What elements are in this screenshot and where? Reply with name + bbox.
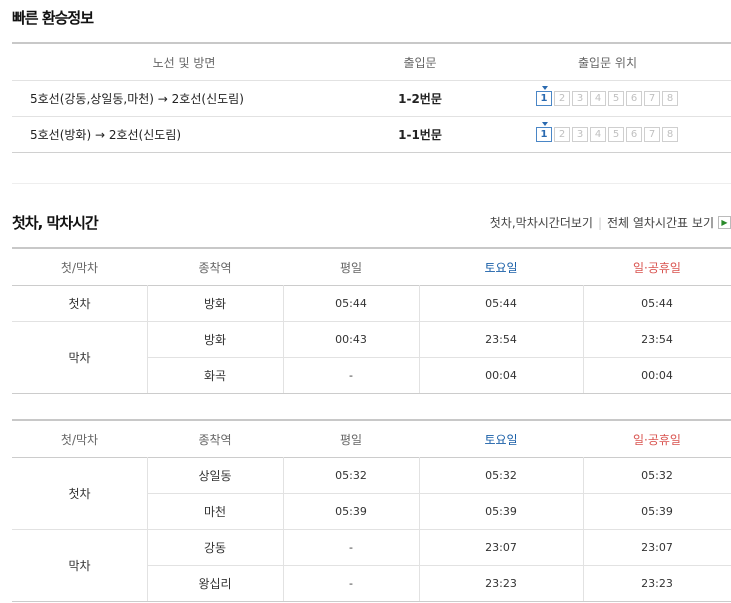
door-cell: 2 [554, 127, 570, 142]
door-cell: 3 [572, 127, 588, 142]
holiday-time: 00:04 [641, 368, 673, 382]
column-divider [583, 285, 584, 393]
saturday-time: 05:44 [485, 296, 517, 310]
link-separator: | [597, 215, 602, 230]
column-divider [583, 457, 584, 601]
header-first-last: 첫/막차 [60, 260, 99, 275]
terminal-station: 방화 [203, 332, 227, 347]
door-cell: 8 [662, 91, 678, 106]
weekday-time: 05:39 [335, 504, 367, 518]
door-cell: 4 [590, 91, 606, 106]
header-terminal: 종착역 [198, 260, 232, 275]
divider [12, 601, 731, 602]
first-train-label: 첫차 [68, 486, 91, 501]
column-divider [283, 285, 284, 393]
terminal-station: 마천 [203, 504, 227, 519]
weekday-time: 05:32 [335, 468, 367, 482]
header-weekday: 평일 [339, 432, 363, 447]
door-cell: 4 [590, 127, 606, 142]
door-cell: 6 [626, 91, 642, 106]
holiday-time: 23:07 [641, 540, 673, 554]
door-cell: 5 [608, 91, 624, 106]
holiday-time: 23:54 [641, 332, 673, 346]
chevron-right-icon[interactable]: ▶ [718, 216, 731, 229]
last-train-label: 막차 [68, 558, 91, 573]
first-last-more-link[interactable]: 첫차,막차시간더보기 [490, 214, 593, 231]
header-saturday: 토요일 [484, 260, 518, 275]
first-train-label: 첫차 [68, 296, 91, 311]
weekday-time: - [349, 576, 353, 590]
door-cell: 1 [536, 86, 552, 106]
header-weekday: 평일 [339, 260, 363, 275]
saturday-time: 23:54 [485, 332, 517, 346]
header-holiday: 일·공휴일 [633, 260, 681, 275]
terminal-station: 왕십리 [198, 576, 232, 591]
saturday-time: 23:23 [485, 576, 517, 590]
weekday-time: 00:43 [335, 332, 367, 346]
last-train-label: 막차 [68, 350, 91, 365]
header-terminal: 종착역 [198, 432, 232, 447]
timetable-section-title: 첫차, 막차시간 [12, 214, 99, 232]
header-saturday: 토요일 [484, 432, 518, 447]
divider [12, 183, 731, 184]
terminal-station: 강동 [203, 540, 227, 555]
door-position-indicator: 12345678 [536, 81, 678, 116]
holiday-time: 23:23 [641, 576, 673, 590]
terminal-station: 화곡 [203, 368, 227, 383]
transfer-row-1: 5호선(강동,상일동,마천) → 2호선(신도림) 1-2번문 12345678 [12, 81, 731, 116]
column-divider [283, 457, 284, 601]
transfer-row-2: 5호선(방화) → 2호선(신도림) 1-1번문 12345678 [12, 117, 731, 152]
column-divider [147, 457, 148, 601]
terminal-station: 방화 [203, 296, 227, 311]
door-cell: 3 [572, 91, 588, 106]
header-first-last: 첫/막차 [60, 432, 99, 447]
route-text: 5호선(방화) → 2호선(신도림) [30, 128, 182, 142]
weekday-time: 05:44 [335, 296, 367, 310]
door-cell: 1 [536, 122, 552, 142]
holiday-time: 05:44 [641, 296, 673, 310]
weekday-time: - [349, 368, 353, 382]
door-cell: 7 [644, 127, 660, 142]
weekday-time: - [349, 540, 353, 554]
door-cell: 7 [644, 91, 660, 106]
saturday-time: 00:04 [485, 368, 517, 382]
column-divider [147, 285, 148, 393]
divider [12, 393, 731, 394]
door-position-indicator: 12345678 [536, 117, 678, 152]
divider [12, 152, 731, 153]
terminal-station: 상일동 [198, 468, 232, 483]
header-route: 노선 및 방면 [152, 55, 216, 70]
transfer-section-title: 빠른 환승정보 [12, 9, 94, 27]
holiday-time: 05:32 [641, 468, 673, 482]
column-divider [419, 457, 420, 601]
door-cell: 6 [626, 127, 642, 142]
door-marker-icon [542, 86, 548, 90]
door-text: 1-2번문 [398, 92, 442, 106]
door-cell: 5 [608, 127, 624, 142]
door-cell: 8 [662, 127, 678, 142]
header-door-position: 출입문 위치 [577, 55, 637, 70]
saturday-time: 05:39 [485, 504, 517, 518]
door-text: 1-1번문 [398, 128, 442, 142]
column-divider [419, 285, 420, 393]
header-holiday: 일·공휴일 [633, 432, 681, 447]
door-cell: 2 [554, 91, 570, 106]
route-text: 5호선(강동,상일동,마천) → 2호선(신도림) [30, 92, 244, 106]
timetable-links: 첫차,막차시간더보기 | 전체 열차시간표 보기 ▶ [490, 214, 731, 231]
door-marker-icon [542, 122, 548, 126]
saturday-time: 23:07 [485, 540, 517, 554]
full-timetable-link[interactable]: 전체 열차시간표 보기 [607, 214, 714, 231]
transfer-header-row: 노선 및 방면 출입문 출입문 위치 [12, 44, 731, 80]
saturday-time: 05:32 [485, 468, 517, 482]
holiday-time: 05:39 [641, 504, 673, 518]
header-door: 출입문 [403, 55, 437, 70]
